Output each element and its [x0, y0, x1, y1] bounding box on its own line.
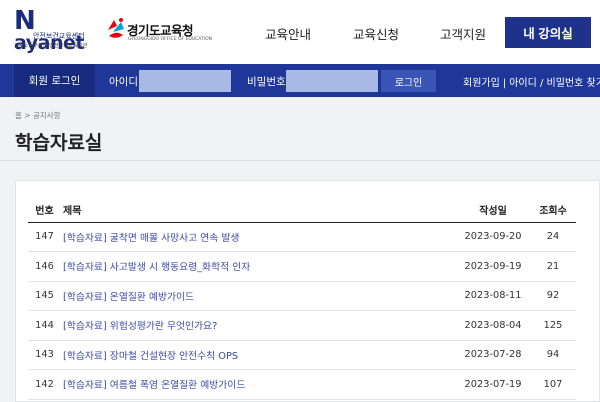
- nav-customer-support[interactable]: 고객지원: [440, 24, 486, 43]
- login-bar: 회원 로그인 아이디 비밀번호 로그인 회원가입 | 아이디 / 비밀번호 찾기: [0, 64, 600, 97]
- row-title-link[interactable]: [학습자료] 위험성평가란 무엇인가요?: [63, 321, 217, 332]
- logo-tagline: 고용노동부지정 안전보건교육기관: [14, 43, 88, 49]
- logo-subtitle: 안전보건교육센터: [33, 32, 85, 40]
- id-input[interactable]: [139, 70, 231, 92]
- logo-n-letter: N: [14, 6, 36, 36]
- login-button[interactable]: 로그인: [381, 70, 436, 92]
- table-row[interactable]: 142 [학습자료] 여름철 폭염 온열질환 예방가이드 2023-07-19 …: [28, 369, 576, 400]
- row-number: 143: [28, 340, 61, 370]
- board-table: 번호 제목 작성일 조회수 147 [학습자료] 굴착면 매몰 사망사고 연속 …: [28, 198, 576, 400]
- row-title-link[interactable]: [학습자료] 온열질환 예방가이드: [63, 292, 194, 303]
- row-date: 2023-07-19: [456, 369, 530, 400]
- row-title-link[interactable]: [학습자료] 여름철 폭염 온열질환 예방가이드: [63, 380, 245, 391]
- id-label: 아이디: [109, 76, 138, 88]
- account-links: 회원가입 | 아이디 / 비밀번호 찾기: [463, 74, 600, 89]
- row-title-link[interactable]: [학습자료] 장마철 건설현장 안전수칙 OPS: [63, 351, 238, 362]
- row-number: 145: [28, 281, 61, 311]
- row-title-link[interactable]: [학습자료] 굴착면 매몰 사망사고 연속 발생: [63, 233, 239, 244]
- row-number: 147: [28, 222, 61, 252]
- row-number: 142: [28, 369, 61, 400]
- gyeonggi-education-logo[interactable]: 경기도교육청 GYEONGGIDO OFFICE OF EDUCATION: [105, 16, 212, 48]
- title-divider: [0, 160, 600, 161]
- row-views: 24: [530, 222, 576, 252]
- row-number: 146: [28, 251, 61, 282]
- row-views: 125: [530, 310, 576, 341]
- header-date: 작성일: [456, 198, 530, 223]
- password-input[interactable]: [286, 70, 378, 92]
- table-row[interactable]: 147 [학습자료] 굴착면 매몰 사망사고 연속 발생 2023-09-20 …: [28, 222, 576, 252]
- row-views: 107: [530, 369, 576, 400]
- board-panel: 번호 제목 작성일 조회수 147 [학습자료] 굴착면 매몰 사망사고 연속 …: [15, 180, 600, 402]
- member-login-label: 회원 로그인: [14, 64, 95, 97]
- breadcrumb: 홈 > 공지사항: [15, 111, 61, 120]
- header-views: 조회수: [530, 198, 576, 223]
- row-date: 2023-09-20: [456, 222, 530, 252]
- gyeonggi-english-name: GYEONGGIDO OFFICE OF EDUCATION: [128, 37, 212, 42]
- page-title: 학습자료실: [15, 132, 103, 154]
- row-number: 144: [28, 310, 61, 341]
- header-title: 제목: [61, 198, 456, 223]
- nav-education-info[interactable]: 교육안내: [265, 24, 311, 43]
- row-date: 2023-09-19: [456, 251, 530, 282]
- my-classroom-button[interactable]: 내 강의실: [505, 17, 591, 48]
- table-row[interactable]: 144 [학습자료] 위험성평가란 무엇인가요? 2023-08-04 125: [28, 310, 576, 341]
- row-date: 2023-08-04: [456, 310, 530, 341]
- row-date: 2023-08-11: [456, 281, 530, 311]
- link-separator: |: [502, 78, 507, 89]
- find-account-link[interactable]: 아이디 / 비밀번호 찾기: [509, 78, 600, 89]
- nav-education-apply[interactable]: 교육신청: [353, 24, 399, 43]
- password-label: 비밀번호: [247, 76, 286, 88]
- header-number: 번호: [28, 198, 61, 223]
- site-header: Nayanet 안전보건교육센터 고용노동부지정 안전보건교육기관 경기도교육청…: [0, 0, 600, 64]
- table-row[interactable]: 146 [학습자료] 사고발생 시 행동요령_화학적 인자 2023-09-19…: [28, 251, 576, 282]
- nayanet-logo[interactable]: Nayanet 안전보건교육센터 고용노동부지정 안전보건교육기관: [14, 6, 104, 53]
- row-views: 92: [530, 281, 576, 311]
- row-views: 21: [530, 251, 576, 282]
- join-link[interactable]: 회원가입: [463, 78, 500, 89]
- row-title-link[interactable]: [학습자료] 사고발생 시 행동요령_화학적 인자: [63, 262, 250, 273]
- row-views: 94: [530, 340, 576, 370]
- table-row[interactable]: 143 [학습자료] 장마철 건설현장 안전수칙 OPS 2023-07-28 …: [28, 340, 576, 370]
- gyeonggi-emblem-icon: [108, 18, 124, 38]
- row-date: 2023-07-28: [456, 340, 530, 370]
- table-header-row: 번호 제목 작성일 조회수: [28, 198, 576, 223]
- table-row[interactable]: 145 [학습자료] 온열질환 예방가이드 2023-08-11 92: [28, 281, 576, 311]
